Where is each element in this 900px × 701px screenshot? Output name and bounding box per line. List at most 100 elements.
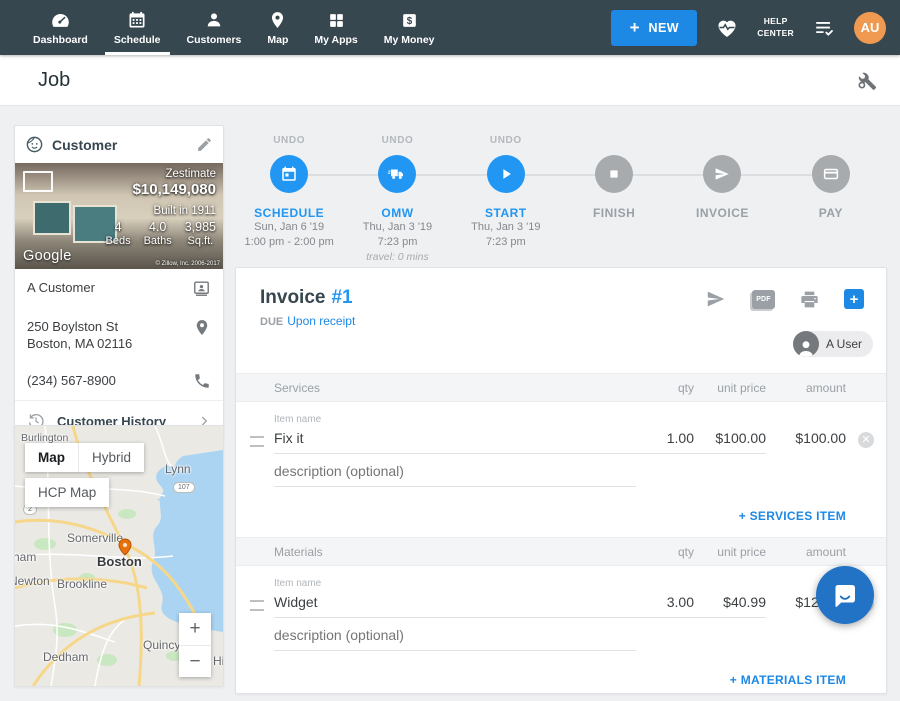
assignee-name: A User [826,337,862,351]
help-center-line1: HELP [757,16,794,27]
delete-item-icon[interactable]: ✕ [858,432,874,448]
invoice-title: Invoice [260,287,325,308]
service-line-item: Item name $100.00 ✕ [236,402,886,487]
add-services-item-link[interactable]: + SERVICES ITEM [739,509,846,523]
customers-icon [204,9,224,31]
step-start: UNDO START Thu, Jan 3 '19 7:23 pm [452,135,560,265]
map-label-newton: Newton [14,574,50,588]
job-location-marker[interactable] [117,538,133,556]
stop-icon [606,166,622,182]
amount-column-header: amount [766,381,846,395]
undo-omw-button[interactable]: UNDO [382,135,414,149]
assignee-chip[interactable]: A User [793,331,873,357]
page-title: Job [38,69,70,92]
location-pin-icon[interactable] [193,318,211,337]
zoom-in-button[interactable]: + [179,613,211,645]
nav-label: My Money [384,34,435,46]
add-materials-item-link[interactable]: + MATERIALS ITEM [730,673,846,687]
map-type-map-button[interactable]: Map [25,443,78,472]
material-qty-input[interactable] [636,591,694,618]
property-stats: 4Beds 4.0Baths 3,985Sq.ft. [106,220,217,247]
beds-value: 4 [106,220,131,234]
material-name-input[interactable] [274,591,636,618]
job-tools-icon[interactable] [855,69,878,92]
step-time: 1:00 pm - 2:00 pm [245,235,334,250]
qty-column-header: qty [636,381,694,395]
schedule-step-button[interactable] [270,155,308,193]
omw-step-button[interactable] [378,155,416,193]
map-card: Burlington Lynn Somerville Boston ham Ne… [14,425,224,687]
dashboard-icon [50,9,71,31]
route-shield-107: 107 [173,482,195,493]
print-icon[interactable] [799,289,820,310]
nav-tab-customers[interactable]: Customers [174,0,255,55]
pay-step-button[interactable] [812,155,850,193]
step-label: START [485,206,527,220]
hcp-map-button[interactable]: HCP Map [25,478,109,507]
undo-start-button[interactable]: UNDO [490,135,522,149]
invoice-number[interactable]: #1 [331,287,352,308]
nav-tab-map[interactable]: Map [254,0,301,55]
zestimate-overlay: Zestimate $10,149,080 Built in 1911 4Bed… [106,168,217,247]
send-invoice-icon[interactable] [704,288,728,310]
undo-schedule-button[interactable]: UNDO [273,135,305,149]
chat-bubble-button[interactable] [816,566,874,624]
edit-pencil-icon[interactable] [196,136,213,153]
nav-tab-my-apps[interactable]: My Apps [301,0,370,55]
service-name-input[interactable] [274,427,636,454]
due-value-link[interactable]: Upon receipt [287,314,355,328]
contact-card-icon[interactable] [192,279,211,298]
step-label: FINISH [593,206,635,220]
property-photo: Zestimate $10,149,080 Built in 1911 4Bed… [15,163,223,269]
service-unit-price-input[interactable] [694,427,766,454]
map-label-somerville: Somerville [67,531,123,545]
street-view-icon[interactable] [23,171,53,192]
finish-step-button[interactable] [595,155,633,193]
phone-icon[interactable] [193,372,211,390]
add-invoice-icon[interactable]: + [844,289,864,309]
customer-name-row: A Customer [15,269,223,308]
start-step-button[interactable] [487,155,525,193]
drag-handle-icon[interactable] [250,436,264,447]
step-invoice: INVOICE [668,135,776,265]
unit-price-column-header: unit price [694,545,766,559]
service-description-input[interactable] [274,460,636,487]
sqft-value: 3,985 [185,220,216,234]
add-services-item-row: + SERVICES ITEM [236,487,886,537]
add-materials-item-row: + MATERIALS ITEM [236,651,886,701]
play-icon [497,165,515,183]
send-icon [713,165,731,183]
new-button[interactable]: + NEW [611,10,697,46]
map-label-boston: Boston [97,554,142,569]
help-center-link[interactable]: HELP CENTER [757,16,794,39]
health-pulse-icon[interactable] [715,16,739,40]
map-type-hybrid-button[interactable]: Hybrid [78,443,144,472]
zoom-out-button[interactable]: − [179,645,211,677]
invoice-toolbar: PDF + [704,288,864,310]
map-label-quincy: Quincy [143,638,180,652]
map-pin-icon [268,9,287,31]
invoice-step-button[interactable] [703,155,741,193]
nav-tab-my-money[interactable]: $ My Money [371,0,448,55]
activity-feed-icon[interactable] [812,17,836,39]
pdf-icon[interactable]: PDF [752,290,775,309]
material-description-input[interactable] [274,624,636,651]
step-finish: FINISH [560,135,668,265]
drag-handle-icon[interactable] [250,600,264,611]
nav-tabs: Dashboard Schedule Customers Map My Apps [20,0,448,55]
material-unit-price-input[interactable] [694,591,766,618]
nav-label: Schedule [114,34,161,46]
chat-icon [830,580,860,610]
nav-tab-dashboard[interactable]: Dashboard [20,0,101,55]
apps-grid-icon [327,9,346,31]
map-label-hi: Hi [213,654,224,668]
customer-card-title: Customer [52,137,188,153]
schedule-icon [127,9,147,31]
service-qty-input[interactable] [636,427,694,454]
nav-tab-schedule[interactable]: Schedule [101,0,174,55]
map-label-ham: ham [14,550,36,564]
nav-right-cluster: + NEW HELP CENTER AU [611,10,886,46]
step-time: 7:23 pm [378,235,418,250]
top-navigation: Dashboard Schedule Customers Map My Apps [0,0,900,55]
user-avatar[interactable]: AU [854,12,886,44]
